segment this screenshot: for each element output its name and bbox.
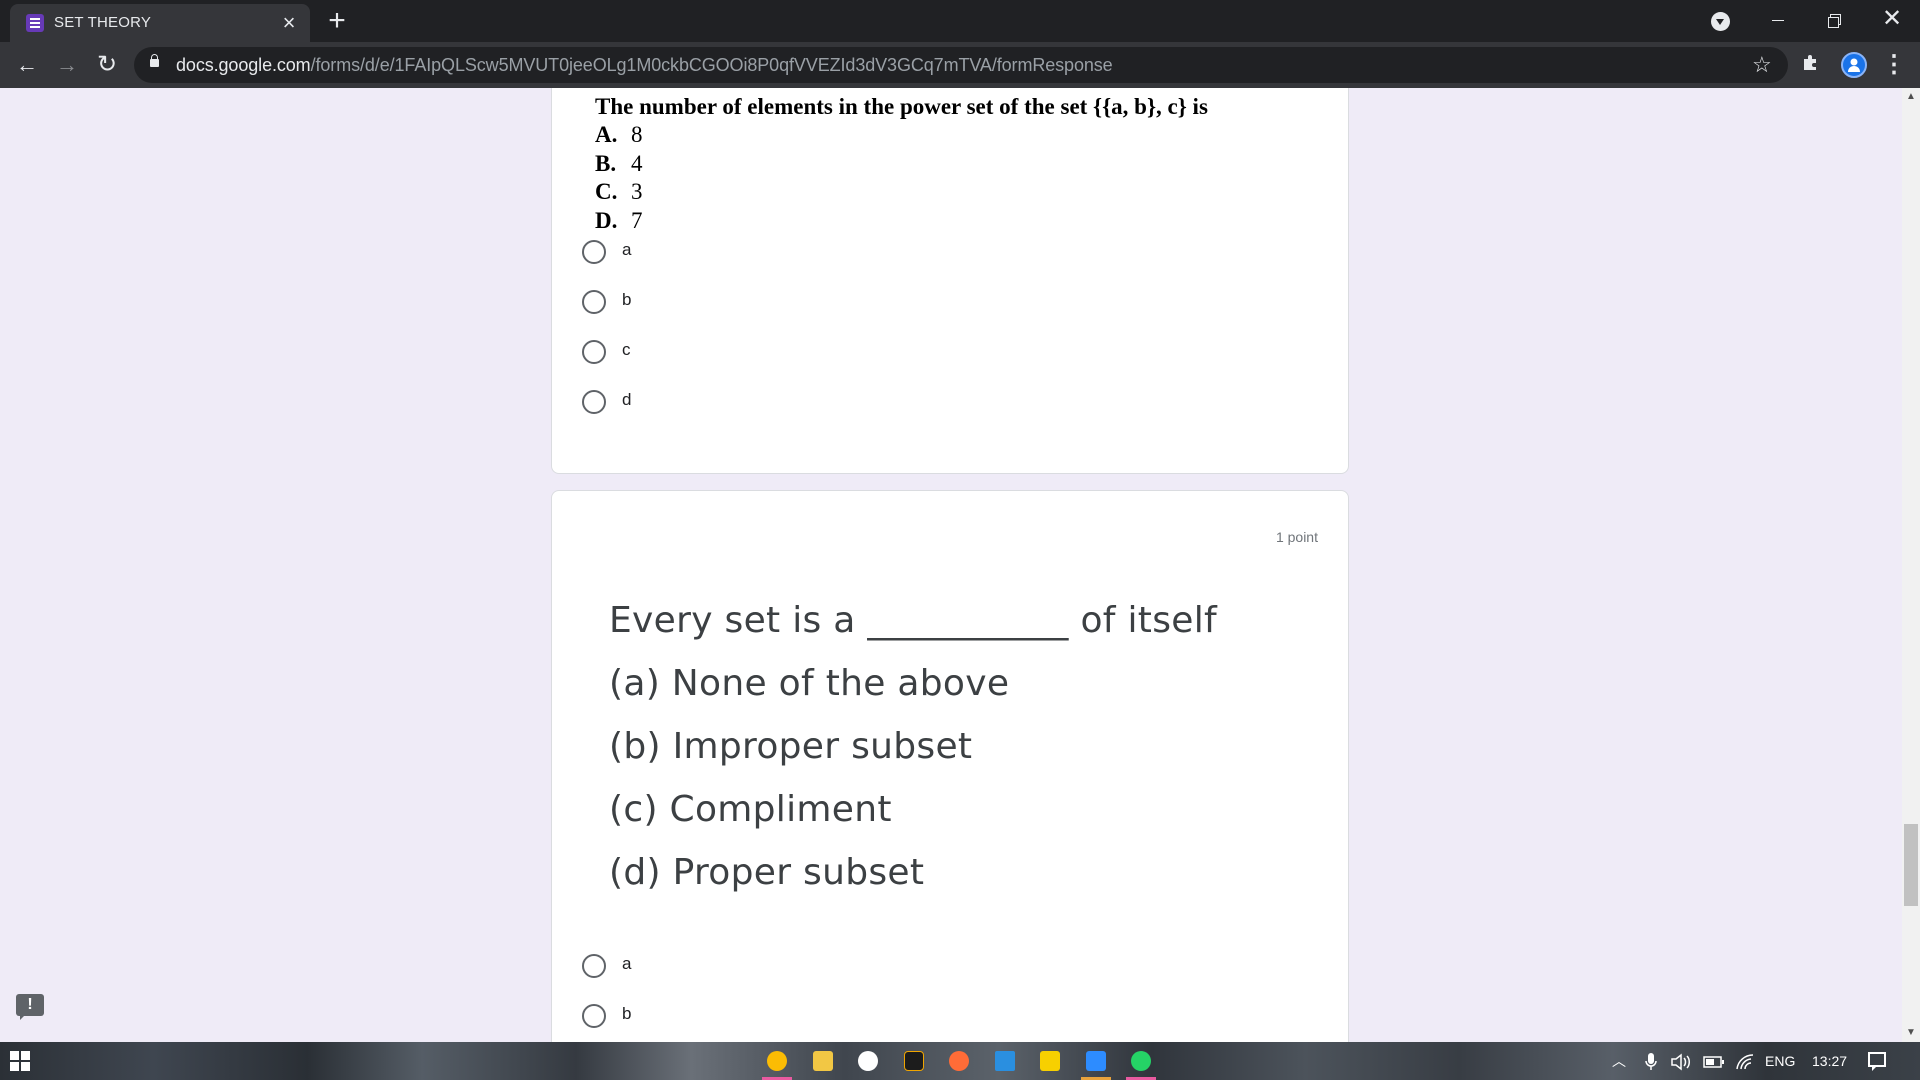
question-2-image: Every set is a ___________ of itself (a)… <box>609 589 1217 904</box>
minimize-button[interactable] <box>1750 0 1806 38</box>
reload-button[interactable]: ↻ <box>92 50 122 80</box>
tab-search-icon[interactable] <box>1711 12 1730 31</box>
question-1-option-a: A. 8 <box>595 121 1208 150</box>
upwork-glyph <box>858 1051 878 1071</box>
language-indicator[interactable]: ENG <box>1765 1042 1795 1080</box>
url-host: docs.google.com <box>176 55 311 75</box>
choice-label: a <box>622 240 632 259</box>
tab-set-theory[interactable]: SET THEORY × <box>10 4 310 42</box>
taskbar-whatsapp-icon[interactable] <box>1124 1046 1158 1080</box>
sticky-notes-glyph <box>1040 1051 1060 1071</box>
wifi-icon[interactable] <box>1735 1042 1755 1080</box>
extensions-puzzle-icon[interactable] <box>1800 52 1822 74</box>
radio-button[interactable] <box>582 1004 606 1028</box>
tab-title: SET THEORY <box>54 14 152 31</box>
choice-label: b <box>622 1004 632 1023</box>
taskbar-sticky-notes-icon[interactable] <box>1033 1046 1067 1076</box>
points-label: 1 point <box>1275 529 1318 545</box>
vscode-glyph <box>994 1051 1015 1071</box>
question-2-option-b: (b) Improper subset <box>609 726 973 767</box>
choice-label: a <box>622 954 632 973</box>
question-2-stem: Every set is a ___________ of itself <box>609 600 1217 641</box>
option-letter: D. <box>595 207 618 233</box>
postman-glyph <box>949 1051 969 1071</box>
restore-button[interactable] <box>1806 0 1862 38</box>
option-value: 7 <box>631 207 643 233</box>
windows-start-icon[interactable] <box>10 1051 30 1071</box>
radio-button[interactable] <box>582 240 606 264</box>
chrome-glyph <box>767 1051 787 1071</box>
radio-button[interactable] <box>582 290 606 314</box>
clock[interactable]: 13:27 <box>1812 1042 1847 1080</box>
volume-icon[interactable] <box>1670 1042 1692 1080</box>
tab-strip: SET THEORY × + ✕ <box>0 0 1920 42</box>
bookmark-star-icon[interactable]: ☆ <box>1752 52 1772 78</box>
forward-button[interactable]: → <box>52 50 82 80</box>
terminal-glyph <box>903 1051 924 1071</box>
taskbar-chrome-icon[interactable] <box>760 1046 794 1080</box>
taskbar-terminal-icon[interactable] <box>897 1046 931 1076</box>
radio-button[interactable] <box>582 390 606 414</box>
question-1-option-b: B. 4 <box>595 150 1208 179</box>
choice-label: b <box>622 290 632 309</box>
radio-button[interactable] <box>582 340 606 364</box>
question-1-option-c: C. 3 <box>595 178 1208 207</box>
option-letter: A. <box>595 122 618 147</box>
url-text[interactable]: docs.google.com/forms/d/e/1FAIpQLScw5MVU… <box>176 47 1113 83</box>
question-2-option-c: (c) Compliment <box>609 789 892 830</box>
question-1-option-d: D. 7 <box>595 207 1208 236</box>
show-hidden-icons-chevron-icon[interactable]: ︿ <box>1612 1042 1626 1080</box>
radio-button[interactable] <box>582 954 606 978</box>
battery-icon[interactable] <box>1703 1042 1725 1080</box>
microphone-icon[interactable] <box>1645 1042 1657 1080</box>
question-1-image: The number of elements in the power set … <box>595 93 1208 235</box>
close-window-button[interactable]: ✕ <box>1864 0 1920 38</box>
question-card-1: The number of elements in the power set … <box>551 88 1349 474</box>
feedback-glyph: ! <box>16 994 44 1016</box>
scroll-down-arrow-icon[interactable]: ▼ <box>1902 1024 1920 1042</box>
scroll-up-arrow-icon[interactable]: ▲ <box>1902 88 1920 106</box>
taskbar-upwork-icon[interactable] <box>851 1046 885 1076</box>
scrollbar-thumb[interactable] <box>1904 824 1918 906</box>
browser-menu-icon[interactable]: ⋮ <box>1882 50 1906 80</box>
option-letter: C. <box>595 179 618 204</box>
new-tab-button[interactable]: + <box>322 6 352 36</box>
zoom-glyph <box>1085 1051 1106 1071</box>
url-path: /forms/d/e/1FAIpQLScw5MVUT0jeeOLg1M0ckbC… <box>310 55 1113 75</box>
option-value: 8 <box>631 122 643 147</box>
file-explorer-glyph <box>812 1051 833 1071</box>
windows-taskbar: ︿ ENG 13:27 <box>0 1042 1920 1080</box>
question-card-2: 1 point Every set is a ___________ of it… <box>551 490 1349 1042</box>
taskbar-zoom-icon[interactable] <box>1079 1046 1113 1080</box>
taskbar-file-explorer-icon[interactable] <box>806 1046 840 1076</box>
option-value: 4 <box>631 150 643 176</box>
taskbar-vscode-icon[interactable] <box>988 1046 1022 1076</box>
question-2-option-d: (d) Proper subset <box>609 852 925 893</box>
taskbar-postman-icon[interactable] <box>942 1046 976 1076</box>
choice-label: d <box>622 390 632 409</box>
choice-label: c <box>622 340 631 359</box>
whatsapp-glyph <box>1131 1051 1151 1071</box>
option-letter: B. <box>595 150 617 176</box>
profile-avatar[interactable] <box>1841 52 1867 78</box>
google-forms-icon <box>26 14 44 32</box>
close-tab-icon[interactable]: × <box>278 12 300 34</box>
browser-toolbar: ← → ↻ docs.google.com/forms/d/e/1FAIpQLS… <box>0 42 1920 88</box>
option-value: 3 <box>631 179 643 204</box>
question-1-stem: The number of elements in the power set … <box>595 94 1208 119</box>
page-scrollbar[interactable]: ▲ ▼ <box>1902 88 1920 1042</box>
action-center-icon[interactable] <box>1868 1052 1886 1071</box>
page-viewport: The number of elements in the power set … <box>0 88 1902 1042</box>
address-bar[interactable]: docs.google.com/forms/d/e/1FAIpQLScw5MVU… <box>134 47 1788 83</box>
back-button[interactable]: ← <box>12 50 42 80</box>
lock-icon[interactable] <box>150 54 159 67</box>
question-2-option-a: (a) None of the above <box>609 663 1010 704</box>
report-feedback-icon[interactable]: ! <box>16 994 44 1020</box>
